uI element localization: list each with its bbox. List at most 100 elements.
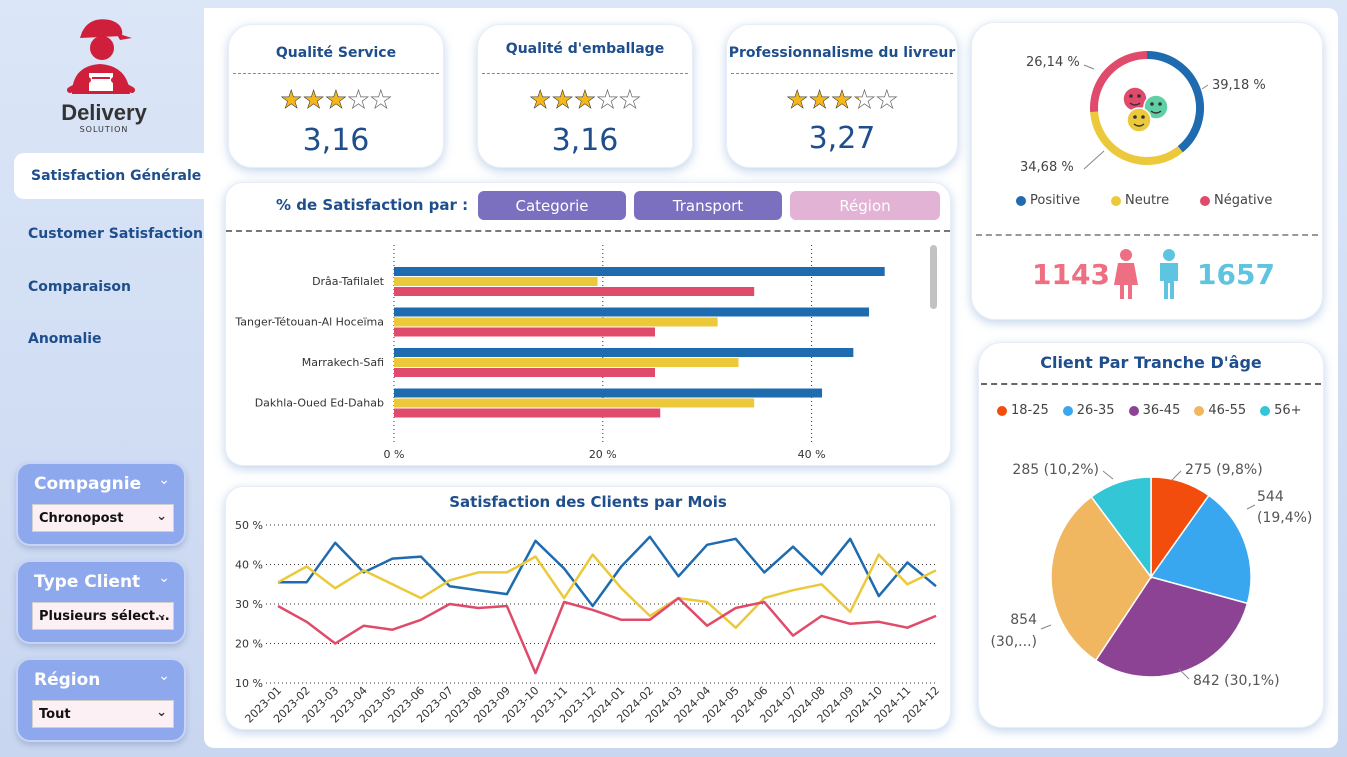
panel-title: % de Satisfaction par : bbox=[276, 196, 469, 214]
male-count: 1657 bbox=[1197, 258, 1275, 291]
bar bbox=[394, 348, 854, 357]
nav-anomalie[interactable]: Anomalie bbox=[14, 316, 204, 362]
pie-data-label: 544 bbox=[1257, 489, 1284, 505]
bar bbox=[394, 398, 755, 408]
star-icon: ★ bbox=[596, 85, 619, 115]
pie-data-label: 842 (30,1%) bbox=[1193, 673, 1280, 689]
star-icon: ★ bbox=[573, 85, 597, 115]
delivery-logo: Delivery SOLUTION bbox=[50, 14, 160, 139]
bar bbox=[394, 327, 655, 337]
legend-dot bbox=[1016, 195, 1026, 206]
dropdown-value: Tout bbox=[39, 706, 71, 722]
series-line bbox=[277, 596, 937, 675]
chevron-down-icon[interactable]: ⌄ bbox=[158, 668, 170, 684]
legend-dot bbox=[1200, 195, 1210, 206]
legend-label: Négative bbox=[1214, 193, 1273, 208]
neutral-face-icon bbox=[1126, 107, 1152, 133]
kpi-card-professionnalisme: Professionnalisme du livreur ★★★★★ 3,27 bbox=[726, 24, 958, 168]
sentiment-card: 39,18 % 34,68 % 26,14 % Positive Neutre … bbox=[971, 22, 1323, 320]
chevron-down-icon: ⌄ bbox=[156, 705, 167, 720]
leader-line bbox=[1102, 470, 1114, 480]
neutral-data-label: 34,68 % bbox=[1020, 160, 1074, 175]
y-tick-label: 10 % bbox=[235, 677, 263, 690]
star-icon: ★ bbox=[347, 85, 370, 115]
category-label: Tanger-Tétouan-Al Hoceïma bbox=[234, 316, 384, 329]
female-count: 1143 bbox=[1032, 258, 1110, 291]
kpi-value: 3,16 bbox=[302, 123, 370, 158]
star-rating: ★★★★★ bbox=[229, 85, 443, 115]
leader-line bbox=[1083, 64, 1095, 70]
monthly-line-chart: 10 %20 %30 %40 %50 %2023-012023-022023-0… bbox=[235, 519, 942, 726]
nav-comparaison[interactable]: Comparaison bbox=[14, 264, 204, 310]
star-icon: ★ bbox=[618, 85, 642, 115]
star-icon: ★ bbox=[528, 85, 552, 115]
leader-line bbox=[1201, 84, 1209, 90]
age-pie-chart: 275 (9,8%) 544 (19,4%) 842 (30,1%) 854 (30,..… bbox=[990, 462, 1312, 689]
divider bbox=[482, 73, 688, 74]
bar bbox=[394, 368, 655, 377]
chevron-down-icon: ⌄ bbox=[156, 607, 167, 622]
leader-line bbox=[1083, 150, 1105, 170]
bar bbox=[394, 388, 823, 398]
bar bbox=[394, 287, 755, 296]
kpi-card-qualite-emballage: Qualité d'emballage ★★★★★ 3,16 bbox=[477, 24, 693, 168]
legend-neutral: Neutre bbox=[1111, 193, 1169, 208]
divider bbox=[233, 73, 439, 74]
chart-title: Client Par Tranche D'âge bbox=[1040, 353, 1262, 372]
sidebar: Delivery SOLUTION Satisfaction Générale … bbox=[0, 0, 204, 757]
bar bbox=[394, 408, 661, 418]
star-icon: ★ bbox=[279, 85, 303, 115]
slicer-compagnie: Compagnie ⌄ Chronopost ⌄ bbox=[16, 462, 186, 546]
x-tick-label: 0 % bbox=[384, 448, 405, 461]
satisfaction-par-card: % de Satisfaction par : Categorie Transp… bbox=[225, 182, 951, 466]
bar bbox=[394, 317, 718, 327]
region-button[interactable]: Région bbox=[790, 191, 940, 220]
dropdown-value: Plusieurs sélect... bbox=[39, 608, 170, 624]
divider bbox=[981, 383, 1321, 385]
slicer-title: Compagnie bbox=[34, 474, 142, 494]
kpi-title: Professionnalisme du livreur bbox=[728, 45, 956, 61]
type-client-dropdown[interactable]: Plusieurs sélect... ⌄ bbox=[32, 602, 174, 630]
x-tick-label: 40 % bbox=[798, 448, 826, 461]
category-label: Dakhla-Oued Ed-Dahab bbox=[255, 397, 384, 410]
y-tick-label: 20 % bbox=[235, 638, 263, 651]
y-tick-label: 40 % bbox=[235, 559, 263, 572]
nav-customer-satisfaction[interactable]: Customer Satisfaction bbox=[14, 211, 204, 257]
legend-positive: Positive bbox=[1016, 193, 1080, 208]
star-icon: ★ bbox=[808, 85, 831, 115]
bar bbox=[394, 307, 870, 317]
kpi-value: 3,16 bbox=[551, 123, 619, 158]
pie-data-label: (30,...) bbox=[990, 634, 1037, 650]
chevron-down-icon[interactable]: ⌄ bbox=[158, 472, 170, 488]
compagnie-dropdown[interactable]: Chronopost ⌄ bbox=[32, 504, 174, 532]
leader-line bbox=[1040, 624, 1052, 630]
divider bbox=[976, 234, 1318, 236]
pie-data-label: 285 (10,2%) bbox=[1012, 462, 1099, 478]
nav-satisfaction-generale[interactable]: Satisfaction Générale bbox=[14, 153, 204, 199]
x-tick-label: 20 % bbox=[589, 448, 617, 461]
star-rating: ★★★★★ bbox=[727, 85, 957, 115]
star-icon: ★ bbox=[324, 85, 348, 115]
slicer-region: Région ⌄ Tout ⌄ bbox=[16, 658, 186, 742]
bar bbox=[394, 277, 598, 286]
bar bbox=[394, 358, 739, 367]
transport-button[interactable]: Transport bbox=[634, 191, 782, 220]
bar bbox=[394, 267, 885, 276]
star-rating: ★★★★★ bbox=[478, 85, 692, 115]
legend-dot bbox=[1111, 195, 1121, 206]
chevron-down-icon[interactable]: ⌄ bbox=[158, 570, 170, 586]
kpi-title: Qualité d'emballage bbox=[505, 41, 665, 57]
age-group-card: Client Par Tranche D'âge 18-25 26-35 36-45… bbox=[978, 342, 1324, 728]
kpi-card-qualite-service: Qualité Service ★★★★★ 3,16 bbox=[228, 24, 444, 168]
monthly-satisfaction-card: Satisfaction des Clients par Mois 10 % 20… bbox=[225, 486, 951, 730]
dropdown-value: Chronopost bbox=[39, 510, 124, 526]
pie-data-label: 854 bbox=[1010, 612, 1037, 628]
categorie-button[interactable]: Categorie bbox=[478, 191, 626, 220]
kpi-value: 3,27 bbox=[808, 121, 876, 156]
brand-name: Delivery bbox=[61, 100, 147, 125]
region-dropdown[interactable]: Tout ⌄ bbox=[32, 700, 174, 728]
star-icon: ★ bbox=[853, 85, 876, 115]
scrollbar[interactable] bbox=[930, 245, 937, 309]
pie-data-label: 275 (9,8%) bbox=[1185, 462, 1263, 478]
chevron-down-icon: ⌄ bbox=[156, 509, 167, 524]
